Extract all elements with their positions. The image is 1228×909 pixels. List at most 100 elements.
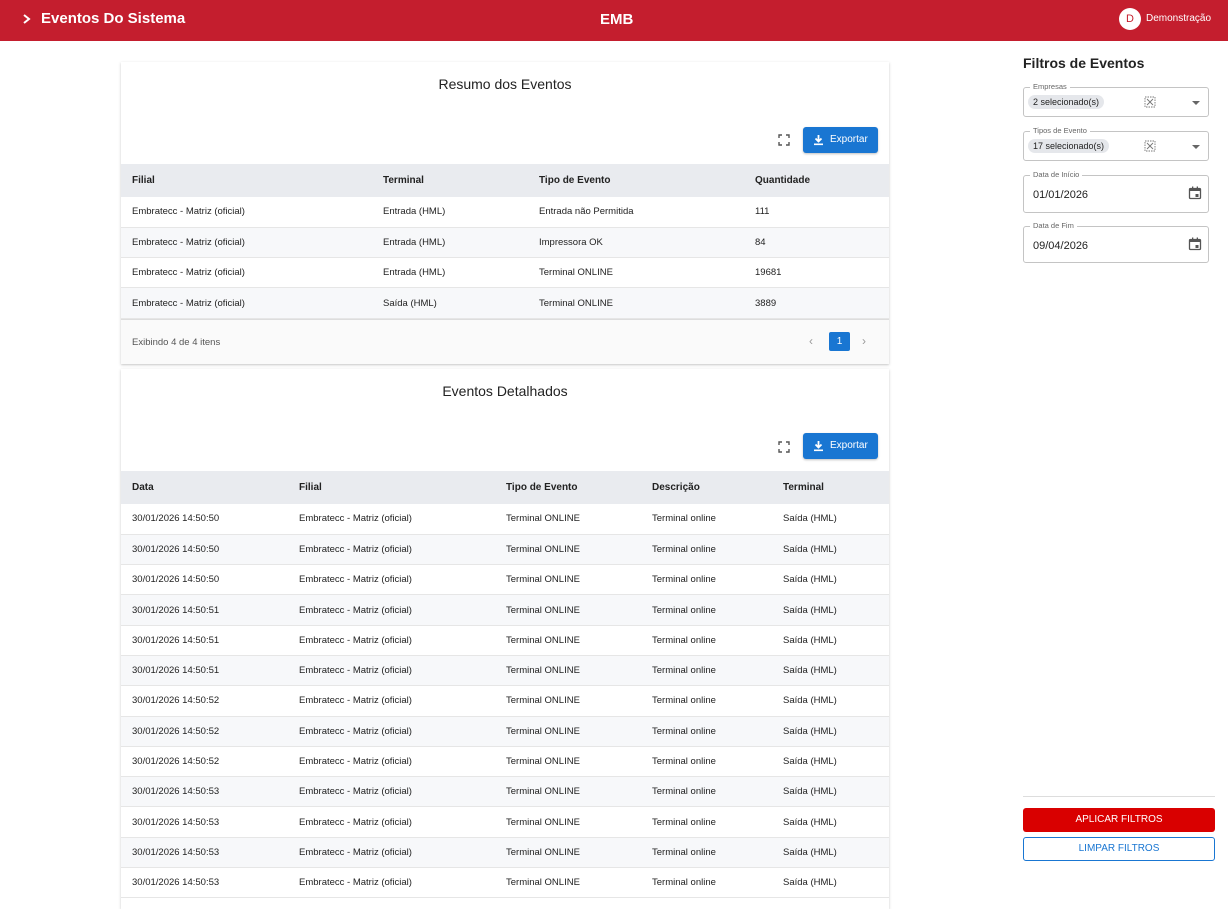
table-row[interactable]: 30/01/2026 14:50:53 Embratecc - Matriz (o… [121,806,889,838]
table-row[interactable]: 30/01/2026 14:50:53 Embratecc - Matriz (o… [121,776,889,808]
page-1-button[interactable]: 1 [829,332,850,351]
table-cell: Embratecc - Matriz (oficial) [288,746,495,778]
summary-card: Resumo dos Eventos Exportar Filial Termi… [121,62,889,364]
tipos-evento-chip[interactable]: 17 selecionado(s) [1028,139,1110,153]
chevron-right-icon[interactable] [20,11,34,27]
column-header[interactable]: Terminal [372,164,528,197]
table-cell: 30/01/2026 14:50:51 [121,625,288,656]
table-cell: Entrada (HML) [372,197,528,228]
clear-selection-icon[interactable] [1144,96,1156,108]
table-cell: Saída (HML) [772,534,889,566]
table-row[interactable]: 30/01/2026 14:50:52 Embratecc - Matriz (o… [121,685,889,717]
table-cell: Saída (HML) [772,716,889,747]
table-cell: Saída (HML) [772,594,889,626]
table-row[interactable]: Embratecc - Matriz (oficial) Entrada (HM… [121,227,889,259]
clear-selection-icon[interactable] [1144,140,1156,152]
table-row[interactable]: 30/01/2026 14:50:53 Embratecc - Matriz (o… [121,837,889,869]
table-cell: Terminal online [641,655,772,687]
table-cell: Saída (HML) [772,776,889,808]
export-button[interactable]: Exportar [803,127,878,153]
data-fim-label: Data de Fim [1030,221,1077,230]
table-cell: Embratecc - Matriz (oficial) [121,197,372,228]
column-header[interactable]: Quantidade [744,164,889,197]
table-row[interactable]: 30/01/2026 14:50:52 Embratecc - Matriz (o… [121,716,889,747]
table-cell: Terminal ONLINE [495,837,641,869]
column-header[interactable]: Filial [121,164,372,197]
table-cell: Terminal ONLINE [495,534,641,566]
dropdown-arrow-icon[interactable] [1192,101,1200,105]
table-cell: Terminal online [641,746,772,778]
table-cell: Saída (HML) [772,625,889,656]
fullscreen-icon[interactable] [778,134,790,146]
calendar-icon[interactable] [1188,237,1202,251]
table-cell: Saída (HML) [772,837,889,869]
table-cell: 30/01/2026 14:50:53 [121,867,288,899]
table-cell: Terminal online [641,534,772,566]
table-cell: Terminal ONLINE [495,746,641,778]
data-inicio-value[interactable]: 01/01/2026 [1033,189,1088,201]
divider [1023,796,1215,797]
table-cell: Embratecc - Matriz (oficial) [288,625,495,656]
fullscreen-icon[interactable] [778,441,790,453]
avatar[interactable]: D [1119,8,1141,30]
detail-title: Eventos Detalhados [442,383,568,399]
table-row[interactable]: 30/01/2026 14:50:50 Embratecc - Matriz (o… [121,564,889,596]
table-cell: 19681 [744,257,889,289]
table-cell: Entrada não Permitida [528,197,744,228]
table-row[interactable]: 30/01/2026 14:50:53 Embratecc - Matriz (o… [121,867,889,899]
table-cell: Terminal online [641,564,772,596]
table-cell: Terminal online [641,716,772,747]
table-row[interactable]: Embratecc - Matriz (oficial) Entrada (HM… [121,197,889,228]
dropdown-arrow-icon[interactable] [1192,145,1200,149]
export-button[interactable]: Exportar [803,433,878,459]
table-row[interactable]: 30/01/2026 14:50:52 Embratecc - Matriz (o… [121,746,889,778]
table-cell: Terminal ONLINE [495,776,641,808]
table-cell: Terminal ONLINE [495,806,641,838]
table-row[interactable]: 30/01/2026 14:50:51 Embratecc - Matriz (o… [121,655,889,687]
user-name[interactable]: Demonstração [1146,13,1211,24]
prev-page-button[interactable]: ‹ [809,334,813,348]
table-cell: Terminal online [641,685,772,717]
table-cell: Terminal ONLINE [495,594,641,626]
table-cell: Embratecc - Matriz (oficial) [288,867,495,899]
table-cell: 30/01/2026 14:50:50 [121,504,288,535]
column-header[interactable]: Tipo de Evento [495,471,641,504]
table-cell: Terminal ONLINE [495,867,641,899]
next-page-button[interactable]: › [862,334,866,348]
table-cell: Saída (HML) [372,287,528,319]
data-inicio-field[interactable]: Data de Início 01/01/2026 [1023,170,1209,213]
table-cell: Embratecc - Matriz (oficial) [288,776,495,808]
table-cell: 30/01/2026 14:50:51 [121,655,288,687]
data-fim-value[interactable]: 09/04/2026 [1033,240,1088,252]
tipos-evento-select[interactable]: Tipos de Evento 17 selecionado(s) [1023,126,1209,161]
table-cell: 30/01/2026 14:50:52 [121,716,288,747]
table-row[interactable]: 30/01/2026 14:50:51 Embratecc - Matriz (o… [121,594,889,626]
column-header[interactable]: Data [121,471,288,504]
column-header[interactable]: Filial [288,471,495,504]
calendar-icon[interactable] [1188,186,1202,200]
table-row[interactable]: Embratecc - Matriz (oficial) Entrada (HM… [121,257,889,289]
table-cell: 30/01/2026 14:50:50 [121,534,288,566]
clear-filters-button[interactable]: LIMPAR FILTROS [1023,837,1215,861]
table-cell: Terminal ONLINE [528,287,744,319]
table-row[interactable]: 30/01/2026 14:50:50 Embratecc - Matriz (o… [121,504,889,535]
export-label: Exportar [830,134,868,145]
table-cell: 30/01/2026 14:50:50 [121,564,288,596]
column-header[interactable]: Terminal [772,471,889,504]
table-cell: Terminal ONLINE [495,564,641,596]
empresas-chip[interactable]: 2 selecionado(s) [1028,95,1105,109]
column-header[interactable]: Tipo de Evento [528,164,744,197]
column-header[interactable]: Descrição [641,471,772,504]
table-row[interactable]: 30/01/2026 14:50:50 Embratecc - Matriz (o… [121,534,889,566]
table-cell: Terminal online [641,806,772,838]
table-cell: Embratecc - Matriz (oficial) [288,837,495,869]
table-cell: Saída (HML) [772,806,889,838]
table-cell: Terminal ONLINE [495,716,641,747]
table-cell: Terminal ONLINE [495,685,641,717]
table-row[interactable]: Embratecc - Matriz (oficial) Saída (HML)… [121,287,889,319]
data-fim-field[interactable]: Data de Fim 09/04/2026 [1023,221,1209,263]
table-row[interactable]: 30/01/2026 14:50:51 Embratecc - Matriz (o… [121,625,889,656]
table-cell: 84 [744,227,889,259]
apply-filters-button[interactable]: APLICAR FILTROS [1023,808,1215,832]
empresas-select[interactable]: Empresas 2 selecionado(s) [1023,82,1209,117]
